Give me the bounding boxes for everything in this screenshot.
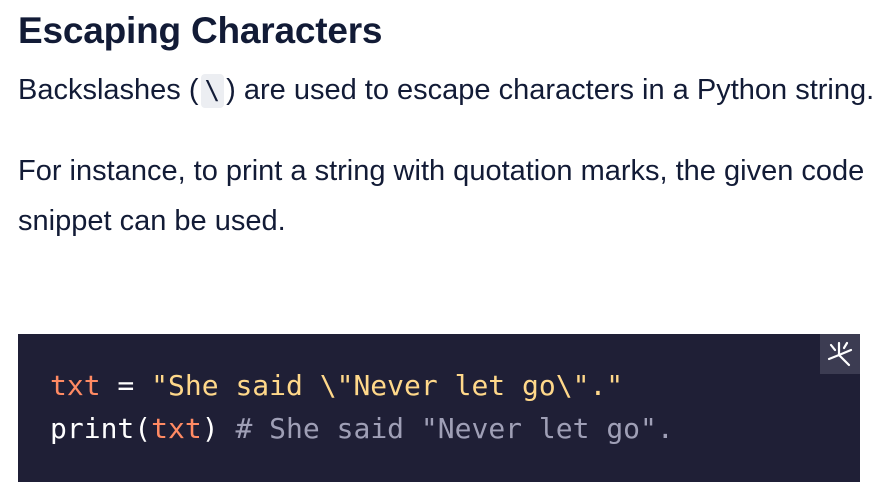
code-comment: # She said "Never let go".	[235, 412, 674, 445]
code-variable: txt	[50, 369, 101, 402]
code-string: "She said \"Never let go\"."	[151, 369, 624, 402]
code-operator: =	[100, 369, 152, 402]
intro-text-end: ) are used to escape characters in a Pyt…	[226, 74, 875, 106]
sparkle-icon	[827, 341, 853, 367]
run-code-button[interactable]	[820, 334, 860, 374]
code-paren-close: )	[201, 412, 236, 445]
code-argument: txt	[151, 412, 202, 445]
code-line-1: txt = "She said \"Never let go\"."	[50, 364, 674, 407]
intro-paragraph: Backslashes (\) are used to escape chara…	[18, 65, 878, 115]
section-title: Escaping Characters	[18, 10, 383, 51]
code-block: txt = "She said \"Never let go\"." print(…	[18, 334, 860, 482]
inline-code-backslash: \	[200, 74, 225, 108]
example-paragraph: For instance, to print a string with quo…	[18, 155, 865, 237]
code-line-2: print(txt) # She said "Never let go".	[50, 407, 674, 450]
intro-text-start: Backslashes (	[18, 74, 199, 106]
article-content: Escaping Characters Backslashes (\) are …	[18, 0, 878, 246]
code-function: print(	[50, 412, 152, 445]
code-lines: txt = "She said \"Never let go\"." print(…	[50, 364, 674, 450]
